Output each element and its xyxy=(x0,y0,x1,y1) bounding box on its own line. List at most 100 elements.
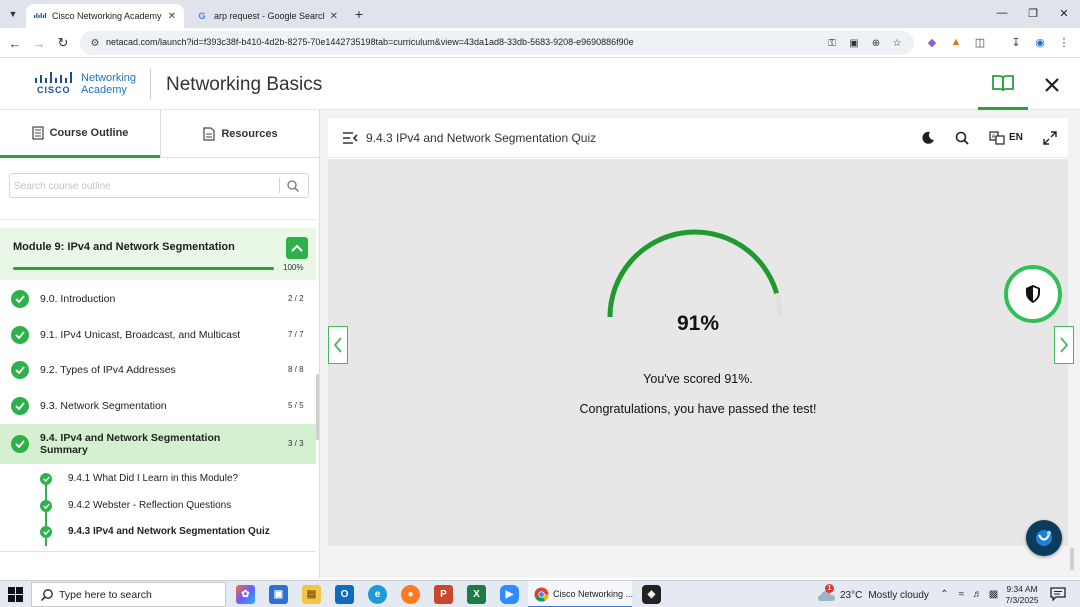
outline-search-input[interactable] xyxy=(14,177,276,195)
fullscreen-button[interactable] xyxy=(1042,130,1058,146)
kebab-menu-icon[interactable]: ⋮ xyxy=(1056,34,1072,50)
running-app-label: Cisco Networking ... xyxy=(553,589,634,599)
metamask-icon[interactable]: ▲ xyxy=(948,34,964,50)
windows-start-icon[interactable] xyxy=(8,587,23,602)
cloud-icon: 1 xyxy=(818,583,835,603)
puzzle-icon[interactable]: ◫ xyxy=(972,34,988,50)
maximize-icon[interactable]: ❐ xyxy=(1021,4,1045,22)
lesson-count: 7 / 7 xyxy=(288,330,304,339)
cisco-wordmark: CISCO xyxy=(37,85,71,95)
tab-label: Course Outline xyxy=(49,126,129,139)
firefox-icon[interactable]: ● xyxy=(401,585,420,604)
close-icon xyxy=(1045,78,1059,92)
ai-assistant-button[interactable] xyxy=(1026,520,1062,556)
search-separator xyxy=(279,178,280,193)
excel-icon[interactable]: X xyxy=(467,585,486,604)
zoom-icon[interactable]: ⊕ xyxy=(869,36,883,50)
subitem-quiz[interactable]: 9.4.3 IPv4 and Network Segmentation Quiz xyxy=(0,519,316,545)
lesson-item-address-types[interactable]: 9.2. Types of IPv4 Addresses 8 / 8 xyxy=(0,352,316,388)
chevron-up-icon[interactable]: ⌃ xyxy=(938,588,951,601)
taskbar-running-chrome[interactable]: Cisco Networking ... xyxy=(528,581,634,607)
battery-icon[interactable]: ▩ xyxy=(987,588,1000,601)
cisco-logo[interactable]: CISCO xyxy=(34,71,76,97)
lesson-item-intro[interactable]: 9.0. Introduction 2 / 2 xyxy=(0,281,316,317)
outlook-icon[interactable]: O xyxy=(335,585,354,604)
open-book-button[interactable] xyxy=(978,58,1028,110)
reload-icon[interactable]: ↻ xyxy=(54,34,72,52)
dark-mode-button[interactable] xyxy=(920,130,936,146)
outline-icon xyxy=(31,125,44,140)
lesson-item-segmentation[interactable]: 9.3. Network Segmentation 5 / 5 xyxy=(0,388,316,424)
search-icon[interactable] xyxy=(286,179,300,193)
next-page-button[interactable] xyxy=(1054,326,1074,364)
new-tab-plus-icon[interactable]: + xyxy=(350,5,368,23)
score-gauge xyxy=(607,229,783,318)
check-dot-icon xyxy=(40,500,52,512)
tab-search-chevron-icon[interactable]: ▼ xyxy=(4,5,22,23)
browser-tab-cisco[interactable]: Cisco Networking Academy: Co ✕ xyxy=(26,4,184,28)
download-icon[interactable]: ↧ xyxy=(1008,34,1024,50)
collapse-module-button[interactable] xyxy=(286,237,308,259)
profile-icon[interactable]: ◉ xyxy=(1032,34,1048,50)
minimize-icon[interactable]: — xyxy=(990,4,1014,22)
back-arrow-icon[interactable]: ← xyxy=(6,34,24,52)
browser-tab-google[interactable]: G arp request - Google Search ✕ xyxy=(188,4,346,28)
sidebar-tabs: Course Outline Resources xyxy=(0,110,319,158)
lesson-item-unicast[interactable]: 9.1. IPv4 Unicast, Broadcast, and Multic… xyxy=(0,317,316,353)
notification-center-icon[interactable] xyxy=(1050,587,1066,601)
network-icon[interactable]: ≈ xyxy=(955,588,968,601)
open-book-icon xyxy=(992,74,1014,91)
tab-resources[interactable]: Resources xyxy=(161,110,319,158)
forward-arrow-icon[interactable]: → xyxy=(30,34,48,52)
edge-icon[interactable]: e xyxy=(368,585,387,604)
lesson-count: 5 / 5 xyxy=(288,401,304,410)
powerpoint-icon[interactable]: P xyxy=(434,585,453,604)
tab-close-icon[interactable]: ✕ xyxy=(330,11,338,22)
security-app-icon[interactable]: ◈ xyxy=(642,585,661,604)
subitem-what-did-i-learn[interactable]: 9.4.1 What Did I Learn in this Module? xyxy=(0,466,316,492)
chevron-left-icon xyxy=(333,337,342,353)
taskbar-search-input[interactable] xyxy=(59,587,219,603)
volume-icon[interactable]: ♬ xyxy=(971,588,984,601)
lesson-item-summary[interactable]: 9.4. IPv4 and Network Segmentation Summa… xyxy=(0,424,316,464)
key-icon[interactable]: ⚿ xyxy=(825,36,839,50)
bookmark-star-icon[interactable]: ☆ xyxy=(890,36,904,50)
copilot-icon[interactable]: ✿ xyxy=(236,585,255,604)
address-bar[interactable]: ⚙ netacad.com/launch?id=f393c38f-b410-4d… xyxy=(80,31,914,55)
clock-date: 7/3/2025 xyxy=(1005,595,1039,605)
clock-time: 9:34 AM xyxy=(1006,584,1038,594)
window-close-icon[interactable]: ✕ xyxy=(1052,4,1076,22)
close-course-button[interactable] xyxy=(1038,71,1066,99)
brand-line-2: Academy xyxy=(81,84,127,96)
collapse-menu-icon[interactable] xyxy=(342,131,358,145)
system-clock[interactable]: 9:34 AM 7/3/2025 xyxy=(1002,584,1042,606)
tab-label: Resources xyxy=(221,128,278,140)
module-header[interactable]: Module 9: IPv4 and Network Segmentation … xyxy=(0,228,316,280)
subitem-webster[interactable]: 9.4.2 Webster - Reflection Questions xyxy=(0,493,316,519)
file-explorer-icon[interactable]: ▤ xyxy=(302,585,321,604)
moon-icon xyxy=(922,131,934,144)
check-circle-icon xyxy=(11,326,29,344)
weather-widget[interactable]: 1 23°C Mostly cloudy xyxy=(818,583,929,604)
pass-message: Congratulations, you have passed the tes… xyxy=(579,402,817,416)
svg-text:A: A xyxy=(992,135,996,141)
module-progress-bar xyxy=(13,267,274,270)
install-icon[interactable]: ▣ xyxy=(847,36,861,50)
main-scrollbar[interactable] xyxy=(1070,548,1074,570)
course-title: Networking Basics xyxy=(166,74,323,95)
alert-badge: 1 xyxy=(825,583,834,593)
check-circle-icon xyxy=(11,397,29,415)
site-settings-icon[interactable]: ⚙ xyxy=(88,36,102,50)
store-icon[interactable]: ▣ xyxy=(269,585,288,604)
search-icon xyxy=(40,589,53,602)
language-label[interactable]: EN xyxy=(1009,132,1023,143)
gauge-track xyxy=(607,229,783,318)
security-shield-button[interactable] xyxy=(1004,265,1062,323)
tab-close-icon[interactable]: ✕ xyxy=(168,11,176,22)
translate-button[interactable]: A xyxy=(989,130,1005,146)
zoom-app-icon[interactable]: ▶ xyxy=(500,585,519,604)
previous-page-button[interactable] xyxy=(328,326,348,364)
extension-icon[interactable]: ◆ xyxy=(924,34,940,50)
tab-course-outline[interactable]: Course Outline xyxy=(0,110,160,158)
search-content-button[interactable] xyxy=(954,130,970,146)
